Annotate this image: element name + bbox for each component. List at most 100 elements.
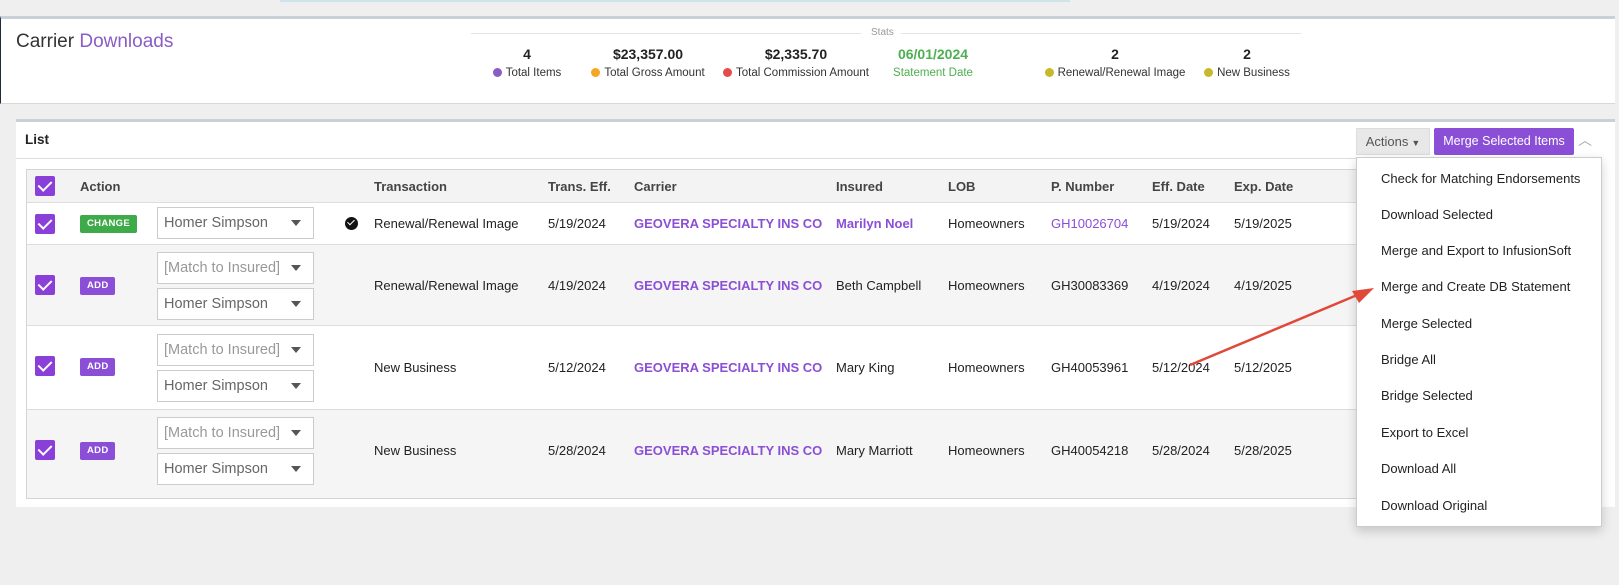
agent-select[interactable]: Homer Simpson (157, 288, 314, 320)
stat-statement-date: 06/01/2024 Statement Date (881, 46, 985, 79)
chevron-down-icon (291, 383, 301, 389)
col-insured[interactable]: Insured (836, 179, 883, 194)
transaction-cell: New Business (374, 360, 457, 375)
stat-value: 2 (1111, 46, 1119, 62)
exp-date-cell: 5/19/2025 (1234, 216, 1292, 231)
page-title-part2: Downloads (79, 31, 174, 52)
agent-select[interactable]: Homer Simpson (157, 207, 314, 239)
merge-selected-items-button[interactable]: Merge Selected Items (1434, 128, 1574, 155)
stat-renewal: 2 Renewal/Renewal Image (1041, 46, 1189, 79)
chevron-down-icon (291, 347, 301, 353)
menu-item-download-selected[interactable]: Download Selected (1381, 207, 1493, 222)
eff-date-cell: 5/12/2024 (1152, 360, 1210, 375)
agent-select[interactable]: Homer Simpson (157, 370, 314, 402)
chevron-up-icon[interactable]: ︿ (1578, 130, 1592, 148)
lob-cell: Homeowners (948, 216, 1025, 231)
table-row[interactable]: ADD [Match to Insured] Homer Simpson New… (27, 326, 1365, 410)
stat-value: 06/01/2024 (897, 46, 969, 62)
actions-dropdown-button[interactable]: Actions ▼ (1356, 128, 1430, 155)
top-accent-mid (280, 0, 1070, 2)
select-all-checkbox[interactable] (35, 176, 55, 196)
menu-item-download-all[interactable]: Download All (1381, 461, 1456, 476)
stat-value: 4 (523, 46, 531, 62)
chevron-down-icon (291, 265, 301, 271)
stats-label: Stats (871, 27, 894, 38)
add-badge: ADD (80, 442, 116, 460)
trans-eff-cell: 5/19/2024 (548, 216, 606, 231)
menu-item-bridge-selected[interactable]: Bridge Selected (1381, 388, 1473, 403)
row-checkbox[interactable] (35, 356, 55, 376)
col-exp-date[interactable]: Exp. Date (1234, 179, 1293, 194)
policy-number-cell: GH30083369 (1051, 278, 1129, 293)
match-insured-value: [Match to Insured] (164, 425, 281, 441)
row-checkbox[interactable] (35, 214, 55, 234)
insured-cell: Beth Campbell (836, 278, 922, 293)
stat-label: Total Gross Amount (604, 67, 705, 79)
eff-date-cell: 5/19/2024 (1152, 216, 1210, 231)
stat-label: Statement Date (893, 67, 973, 79)
eff-date-cell: 5/28/2024 (1152, 443, 1210, 458)
list-title: List (25, 132, 50, 147)
table-header: Action Transaction Trans. Eff. Carrier I… (27, 170, 1365, 203)
col-action[interactable]: Action (80, 179, 120, 194)
stat-label: Total Commission Amount (736, 67, 869, 79)
match-insured-select[interactable]: [Match to Insured] (157, 252, 314, 284)
menu-item-check-matching-endorsements[interactable]: Check for Matching Endorsements (1381, 171, 1580, 186)
menu-item-merge-export-infusionsoft[interactable]: Merge and Export to InfusionSoft (1381, 243, 1571, 258)
trans-eff-cell: 5/12/2024 (548, 360, 606, 375)
stat-total-gross: $23,357.00 Total Gross Amount (585, 46, 711, 79)
agent-select[interactable]: Homer Simpson (157, 453, 314, 485)
exp-date-cell: 4/19/2025 (1234, 278, 1292, 293)
stat-value: $2,335.70 (764, 46, 828, 62)
agent-select-value: Homer Simpson (164, 378, 268, 394)
carrier-link[interactable]: GEOVERA SPECIALTY INS CO (634, 360, 822, 375)
transaction-cell: Renewal/Renewal Image (374, 216, 519, 231)
page-title: Carrier Downloads (16, 31, 173, 53)
stat-value: $23,357.00 (612, 46, 684, 62)
row-checkbox[interactable] (35, 440, 55, 460)
col-eff-date[interactable]: Eff. Date (1152, 179, 1205, 194)
add-badge: ADD (80, 277, 116, 295)
top-accent-bar (0, 0, 1619, 3)
col-p-number[interactable]: P. Number (1051, 179, 1114, 194)
transaction-cell: New Business (374, 443, 457, 458)
insured-link[interactable]: Marilyn Noel (836, 216, 913, 231)
col-carrier[interactable]: Carrier (634, 179, 677, 194)
header-panel: Carrier Downloads Stats 4 Total Items $2… (0, 16, 1615, 104)
table-row[interactable]: ADD [Match to Insured] Homer Simpson New… (27, 410, 1365, 498)
match-insured-value: [Match to Insured] (164, 342, 281, 358)
match-insured-select[interactable]: [Match to Insured] (157, 417, 314, 449)
trans-eff-cell: 5/28/2024 (548, 443, 606, 458)
row-checkbox[interactable] (35, 275, 55, 295)
policy-number-cell: GH40054218 (1051, 443, 1129, 458)
chevron-down-icon (291, 301, 301, 307)
carrier-link[interactable]: GEOVERA SPECIALTY INS CO (634, 443, 822, 458)
col-lob[interactable]: LOB (948, 179, 975, 194)
menu-item-download-original[interactable]: Download Original (1381, 498, 1487, 513)
agent-select-value: Homer Simpson (164, 215, 268, 231)
matched-check-icon (345, 217, 358, 230)
lob-cell: Homeowners (948, 360, 1025, 375)
trans-eff-cell: 4/19/2024 (548, 278, 606, 293)
menu-item-merge-create-db-statement[interactable]: Merge and Create DB Statement (1381, 279, 1570, 294)
menu-item-export-excel[interactable]: Export to Excel (1381, 425, 1468, 440)
col-trans-eff[interactable]: Trans. Eff. (548, 179, 611, 194)
carrier-link[interactable]: GEOVERA SPECIALTY INS CO (634, 278, 822, 293)
table-row[interactable]: ADD [Match to Insured] Homer Simpson Ren… (27, 245, 1365, 326)
transaction-cell: Renewal/Renewal Image (374, 278, 519, 293)
menu-item-bridge-all[interactable]: Bridge All (1381, 352, 1436, 367)
match-insured-select[interactable]: [Match to Insured] (157, 334, 314, 366)
stat-dot-icon (492, 68, 502, 77)
policy-number-link[interactable]: GH10026704 (1051, 216, 1128, 231)
carrier-link[interactable]: GEOVERA SPECIALTY INS CO (634, 216, 822, 231)
chevron-down-icon (291, 466, 301, 472)
table-row[interactable]: CHANGE Homer Simpson Renewal/Renewal Ima… (27, 203, 1365, 245)
stat-total-commission: $2,335.70 Total Commission Amount (719, 46, 873, 79)
stat-dot-icon (723, 68, 733, 77)
col-transaction[interactable]: Transaction (374, 179, 447, 194)
stat-label: New Business (1217, 67, 1290, 79)
menu-item-merge-selected[interactable]: Merge Selected (1381, 316, 1472, 331)
agent-select-value: Homer Simpson (164, 296, 268, 312)
stat-dot-icon (591, 68, 601, 77)
stat-label: Renewal/Renewal Image (1057, 67, 1186, 79)
